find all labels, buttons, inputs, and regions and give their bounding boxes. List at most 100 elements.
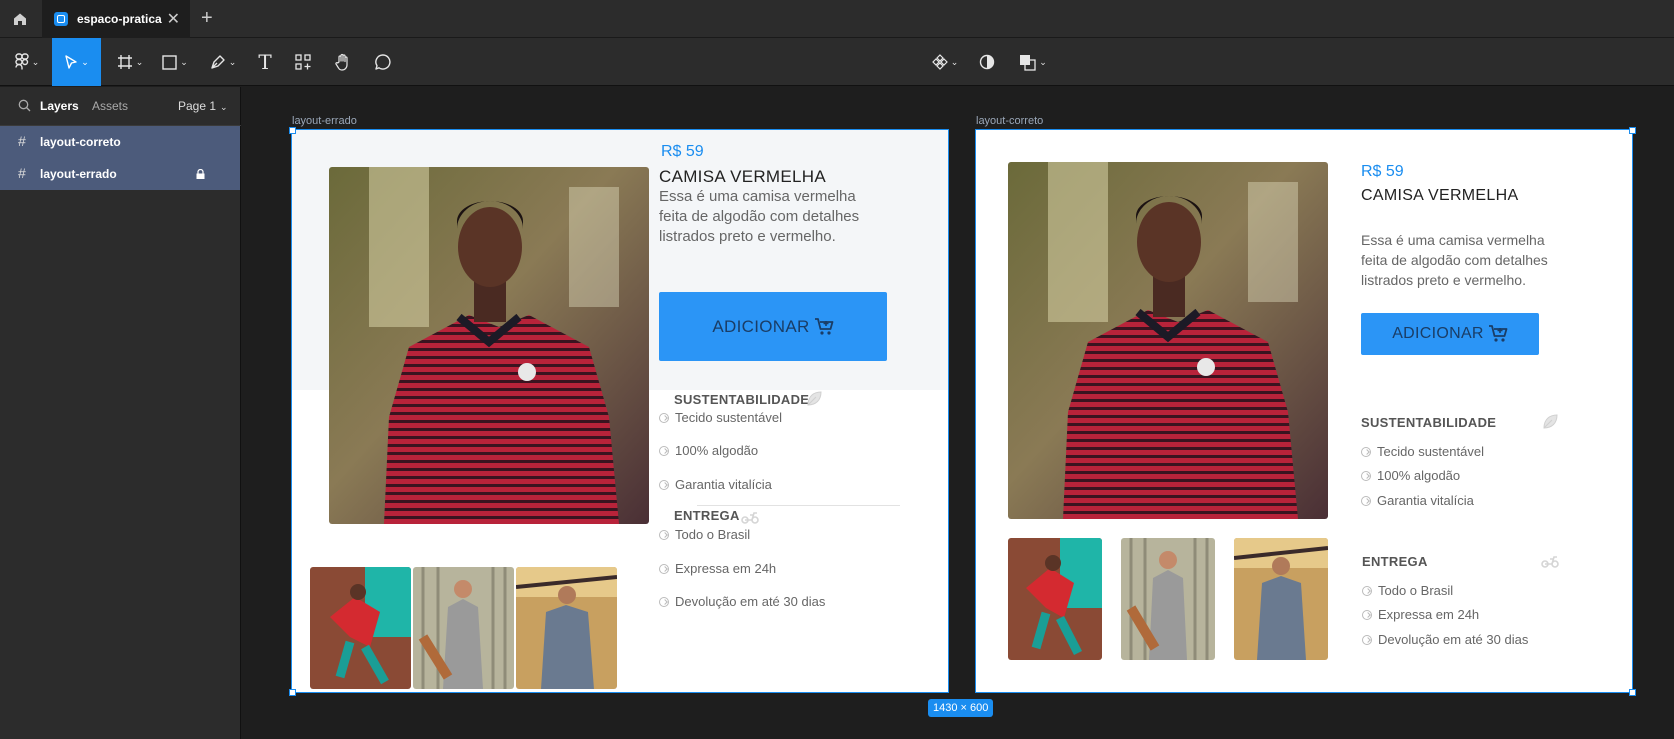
section-heading: ENTREGA xyxy=(674,508,740,523)
frame-layout-errado[interactable]: R$ 59 CAMISA VERMELHA Essa é uma camisa … xyxy=(291,129,949,693)
rectangle-tool[interactable]: ⌄ xyxy=(157,38,193,86)
layer-name: layout-errado xyxy=(40,167,117,181)
section-divider xyxy=(697,505,900,506)
chevron-down-icon: ⌄ xyxy=(135,56,144,67)
check-circle-icon xyxy=(659,563,669,574)
resize-handle[interactable] xyxy=(289,127,296,134)
add-cart-icon xyxy=(1488,325,1508,342)
list-item: Garantia vitalícia xyxy=(1361,493,1474,508)
check-circle-icon xyxy=(1361,446,1371,457)
layers-panel: Layers Assets Page 1 ⌄ # layout-correto #… xyxy=(0,87,241,739)
resize-handle[interactable] xyxy=(1629,689,1636,696)
frame-icon xyxy=(117,55,132,69)
frame-label[interactable]: layout-correto xyxy=(976,115,1043,127)
boolean-tool[interactable]: ⌄ xyxy=(1015,38,1051,86)
check-circle-icon xyxy=(1362,634,1372,645)
check-circle-icon xyxy=(659,529,669,540)
item-text: Expressa em 24h xyxy=(675,561,777,576)
contrast-tool[interactable] xyxy=(974,38,1000,86)
item-text: Garantia vitalícia xyxy=(1377,493,1474,508)
layer-layout-errado[interactable]: # layout-errado xyxy=(0,158,240,190)
list-item: Tecido sustentável xyxy=(1361,444,1484,459)
close-tab-icon[interactable]: ✕ xyxy=(167,9,180,29)
thumbnail-2[interactable] xyxy=(413,567,514,689)
resize-handle[interactable] xyxy=(289,689,296,696)
comment-tool[interactable] xyxy=(370,38,396,86)
check-circle-icon xyxy=(1361,470,1371,481)
thumbnail-1[interactable] xyxy=(1008,538,1102,660)
hand-tool[interactable] xyxy=(330,38,356,86)
boolean-icon xyxy=(1020,54,1036,71)
tab-assets[interactable]: Assets xyxy=(92,99,128,113)
item-text: Devolução em até 30 dias xyxy=(675,594,826,609)
thumbnail-1[interactable] xyxy=(310,567,411,689)
chevron-down-icon: ⌄ xyxy=(1039,56,1047,67)
item-text: Devolução em até 30 dias xyxy=(1378,632,1529,647)
list-item: Todo o Brasil xyxy=(659,527,750,542)
page-name: Page 1 xyxy=(178,99,217,113)
chevron-down-icon: ⌄ xyxy=(220,102,228,112)
list-item: 100% algodão xyxy=(659,443,758,458)
section-heading: SUSTENTABILIDADE xyxy=(1361,415,1497,430)
frame-label[interactable]: layout-errado xyxy=(292,115,357,127)
resources-tool[interactable] xyxy=(290,38,316,86)
item-text: Todo o Brasil xyxy=(675,527,751,542)
add-to-cart-button[interactable]: ADICIONAR xyxy=(1361,313,1539,355)
lock-icon[interactable] xyxy=(196,169,205,179)
thumbnail-2[interactable] xyxy=(1121,538,1215,660)
page-selector[interactable]: Page 1 ⌄ xyxy=(178,99,228,113)
main-menu-button[interactable]: ⌄ xyxy=(8,38,46,86)
pen-tool[interactable]: ⌄ xyxy=(205,38,241,86)
thumbnail-photo xyxy=(1121,538,1215,660)
add-button-label: ADICIONAR xyxy=(1392,325,1484,342)
chevron-down-icon: ⌄ xyxy=(180,56,188,67)
layer-layout-correto[interactable]: # layout-correto xyxy=(0,126,240,158)
tab-layers[interactable]: Layers xyxy=(40,99,79,113)
list-item: Devolução em até 30 dias xyxy=(1362,632,1528,647)
thumbnail-photo xyxy=(1008,538,1102,660)
item-text: Todo o Brasil xyxy=(1378,583,1454,598)
scooter-icon xyxy=(1541,556,1559,568)
model-photo xyxy=(329,167,649,524)
list-item: 100% algodão xyxy=(1361,468,1460,483)
frame-layout-correto[interactable]: R$ 59 CAMISA VERMELHA Essa é uma camisa … xyxy=(975,129,1633,693)
component-tool[interactable]: ⌄ xyxy=(927,38,963,86)
add-cart-icon xyxy=(814,317,833,335)
text-tool[interactable]: T xyxy=(252,38,278,86)
scooter-icon xyxy=(741,512,759,524)
add-to-cart-button[interactable]: ADICIONAR xyxy=(659,292,887,361)
resize-handle[interactable] xyxy=(1629,127,1636,134)
thumbnail-3[interactable] xyxy=(516,567,617,689)
thumbnail-photo xyxy=(1234,538,1328,660)
canvas[interactable]: layout-errado R$ 59 CAMISA VERMELHA Essa… xyxy=(242,87,1674,739)
product-price: R$ 59 xyxy=(661,143,704,160)
frame-tool[interactable]: ⌄ xyxy=(112,38,148,86)
item-text: Tecido sustentável xyxy=(1377,444,1484,459)
product-description: Essa é uma camisa vermelha feita de algo… xyxy=(659,188,860,245)
layer-name: layout-correto xyxy=(40,135,121,149)
check-circle-icon xyxy=(1361,495,1371,506)
chevron-down-icon: ⌄ xyxy=(31,56,40,67)
leaf-icon xyxy=(1543,414,1558,429)
thumbnail-3[interactable] xyxy=(1234,538,1328,660)
new-tab-button[interactable]: + xyxy=(201,7,213,30)
check-circle-icon xyxy=(1362,609,1372,620)
check-circle-icon xyxy=(1362,585,1372,596)
check-circle-icon xyxy=(659,479,669,490)
file-tab-title: espaco-pratica xyxy=(77,12,162,26)
home-icon[interactable] xyxy=(0,0,40,38)
component-icon xyxy=(931,54,948,70)
check-circle-icon xyxy=(659,445,669,456)
section-heading: SUSTENTABILIDADE xyxy=(674,392,810,407)
model-photo xyxy=(1008,162,1328,519)
search-icon[interactable] xyxy=(18,99,31,112)
comment-icon xyxy=(375,54,391,70)
product-description: Essa é uma camisa vermelha feita de algo… xyxy=(1361,232,1548,288)
item-text: Tecido sustentável xyxy=(675,410,782,425)
file-tab[interactable]: espaco-pratica ✕ xyxy=(42,0,190,38)
product-title: CAMISA VERMELHA xyxy=(1361,187,1519,204)
contrast-icon xyxy=(979,54,995,70)
move-tool[interactable]: ⌄ xyxy=(52,38,101,86)
list-item: Todo o Brasil xyxy=(1362,583,1453,598)
cursor-icon xyxy=(65,55,77,69)
